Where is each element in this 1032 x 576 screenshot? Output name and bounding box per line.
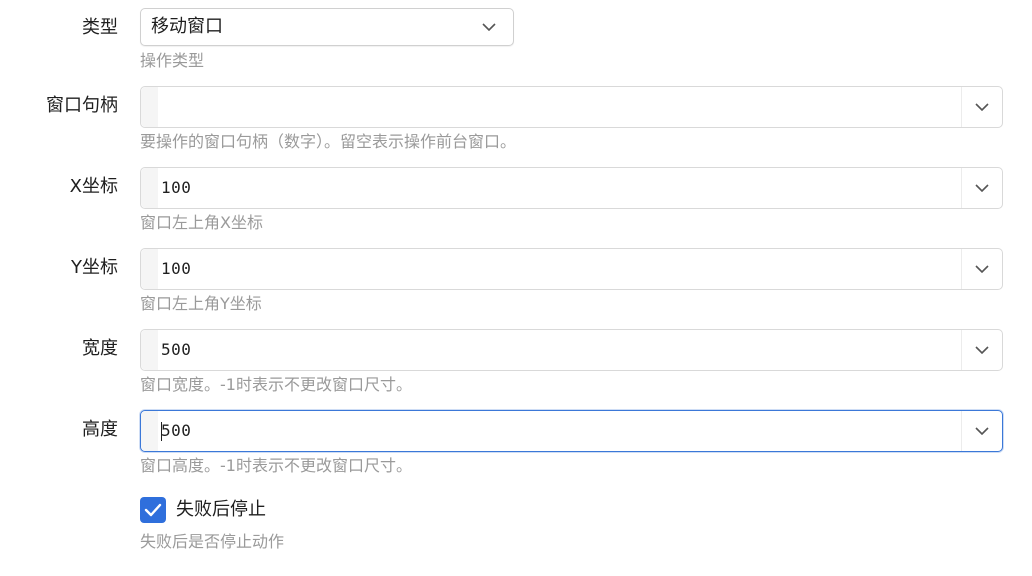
height-hint: 窗口高度。-1时表示不更改窗口尺寸。 bbox=[140, 456, 412, 475]
chevron-down-icon[interactable] bbox=[962, 87, 1002, 127]
stop-on-fail-checkbox[interactable] bbox=[140, 497, 166, 523]
chevron-down-icon[interactable] bbox=[962, 330, 1002, 370]
width-label: 宽度 bbox=[82, 338, 118, 359]
x-combobox[interactable]: 100 bbox=[140, 167, 1003, 209]
x-hint: 窗口左上角X坐标 bbox=[140, 213, 263, 232]
handle-hint: 要操作的窗口句柄（数字）。留空表示操作前台窗口。 bbox=[140, 132, 517, 151]
chevron-down-icon bbox=[469, 9, 509, 45]
stop-on-fail-label[interactable]: 失败后停止 bbox=[176, 498, 266, 522]
combo-left-strip bbox=[141, 330, 158, 370]
handle-combobox[interactable] bbox=[140, 86, 1003, 128]
stop-on-fail-hint: 失败后是否停止动作 bbox=[140, 532, 285, 551]
type-label: 类型 bbox=[82, 17, 118, 38]
y-label: Y坐标 bbox=[71, 257, 118, 278]
combo-left-strip bbox=[141, 87, 158, 127]
height-label: 高度 bbox=[82, 419, 118, 440]
width-input[interactable]: 500 bbox=[161, 330, 191, 370]
x-input[interactable]: 100 bbox=[161, 168, 191, 208]
text-caret bbox=[161, 422, 162, 441]
chevron-down-icon[interactable] bbox=[962, 168, 1002, 208]
type-select[interactable]: 移动窗口 bbox=[140, 8, 514, 46]
chevron-down-icon[interactable] bbox=[962, 411, 1002, 451]
height-combobox[interactable]: 500 bbox=[140, 410, 1003, 452]
chevron-down-icon[interactable] bbox=[962, 249, 1002, 289]
action-form: 类型 移动窗口 操作类型 窗口句柄 要操作的窗口句柄（数字）。留空表示操作前台窗… bbox=[0, 0, 1032, 576]
x-label: X坐标 bbox=[69, 176, 118, 197]
width-hint: 窗口宽度。-1时表示不更改窗口尺寸。 bbox=[140, 375, 412, 394]
y-hint: 窗口左上角Y坐标 bbox=[140, 294, 262, 313]
type-hint: 操作类型 bbox=[140, 51, 205, 70]
combo-left-strip bbox=[141, 168, 158, 208]
combo-left-strip bbox=[141, 411, 158, 451]
check-icon bbox=[144, 503, 162, 517]
y-input[interactable]: 100 bbox=[161, 249, 191, 289]
combo-left-strip bbox=[141, 249, 158, 289]
width-combobox[interactable]: 500 bbox=[140, 329, 1003, 371]
handle-label: 窗口句柄 bbox=[46, 95, 118, 116]
height-input[interactable]: 500 bbox=[161, 411, 191, 451]
type-select-value: 移动窗口 bbox=[151, 16, 223, 37]
y-combobox[interactable]: 100 bbox=[140, 248, 1003, 290]
